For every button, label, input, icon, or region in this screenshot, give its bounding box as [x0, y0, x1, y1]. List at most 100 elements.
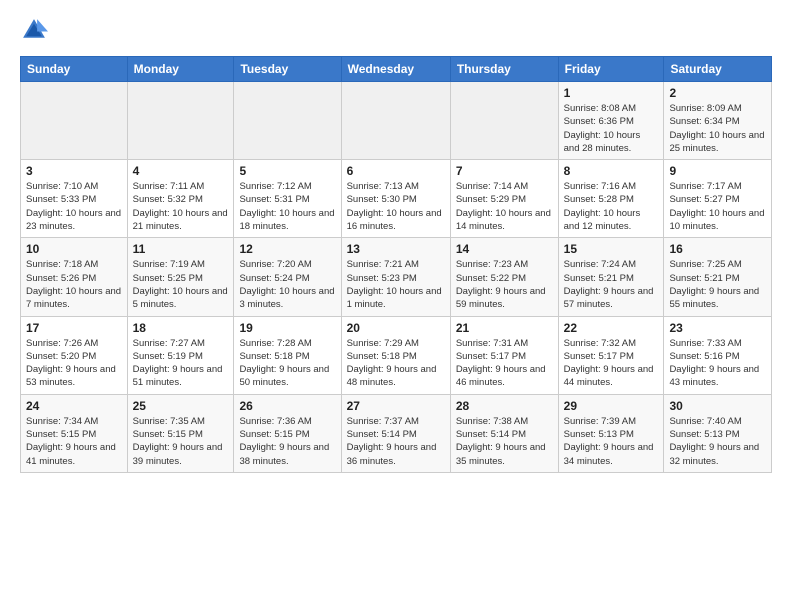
day-info: Sunrise: 7:39 AM Sunset: 5:13 PM Dayligh… — [564, 415, 659, 468]
calendar-cell: 8Sunrise: 7:16 AM Sunset: 5:28 PM Daylig… — [558, 160, 664, 238]
day-info: Sunrise: 7:11 AM Sunset: 5:32 PM Dayligh… — [133, 180, 229, 233]
calendar-cell: 20 Sunrise: 7:29 AM Sunset: 5:18 PM Dayli… — [341, 316, 450, 394]
col-header-wednesday: Wednesday — [341, 57, 450, 82]
col-header-sunday: Sunday — [21, 57, 128, 82]
day-info: Sunrise: 8:08 AM Sunset: 6:36 PM Dayligh… — [564, 102, 659, 155]
logo — [20, 16, 52, 44]
day-number: 29 — [564, 399, 659, 413]
day-info: Sunrise: 7:23 AM Sunset: 5:22 PM Dayligh… — [456, 258, 553, 311]
page: SundayMondayTuesdayWednesdayThursdayFrid… — [0, 0, 792, 483]
calendar-cell — [234, 82, 341, 160]
day-number: 22 — [564, 321, 659, 335]
day-number: 10 — [26, 242, 122, 256]
day-number: 28 — [456, 399, 553, 413]
col-header-tuesday: Tuesday — [234, 57, 341, 82]
day-number: 13 — [347, 242, 445, 256]
day-info: Sunrise: 7:38 AM Sunset: 5:14 PM Dayligh… — [456, 415, 553, 468]
day-number: 15 — [564, 242, 659, 256]
calendar-cell: 15 Sunrise: 7:24 AM Sunset: 5:21 PM Dayli… — [558, 238, 664, 316]
day-info: Sunrise: 7:28 AM Sunset: 5:18 PM Dayligh… — [239, 337, 335, 390]
day-number: 8 — [564, 164, 659, 178]
day-number: 26 — [239, 399, 335, 413]
calendar-cell: 9 Sunrise: 7:17 AM Sunset: 5:27 PM Daylig… — [664, 160, 772, 238]
day-info: Sunrise: 7:27 AM Sunset: 5:19 PM Dayligh… — [133, 337, 229, 390]
day-info: Sunrise: 7:29 AM Sunset: 5:18 PM Dayligh… — [347, 337, 445, 390]
calendar-cell: 22 Sunrise: 7:32 AM Sunset: 5:17 PM Dayli… — [558, 316, 664, 394]
header — [20, 16, 772, 44]
calendar-cell: 3 Sunrise: 7:10 AM Sunset: 5:33 PM Daylig… — [21, 160, 128, 238]
day-info: Sunrise: 7:35 AM Sunset: 5:15 PM Dayligh… — [133, 415, 229, 468]
calendar-cell: 1 Sunrise: 8:08 AM Sunset: 6:36 PM Daylig… — [558, 82, 664, 160]
calendar-cell: 2 Sunrise: 8:09 AM Sunset: 6:34 PM Daylig… — [664, 82, 772, 160]
day-number: 20 — [347, 321, 445, 335]
calendar-cell — [450, 82, 558, 160]
day-info: Sunrise: 7:37 AM Sunset: 5:14 PM Dayligh… — [347, 415, 445, 468]
calendar-cell: 28 Sunrise: 7:38 AM Sunset: 5:14 PM Dayli… — [450, 394, 558, 472]
day-info: Sunrise: 7:10 AM Sunset: 5:33 PM Dayligh… — [26, 180, 122, 233]
day-info: Sunrise: 7:24 AM Sunset: 5:21 PM Dayligh… — [564, 258, 659, 311]
day-info: Sunrise: 7:19 AM Sunset: 5:25 PM Dayligh… — [133, 258, 229, 311]
calendar-cell: 29 Sunrise: 7:39 AM Sunset: 5:13 PM Dayli… — [558, 394, 664, 472]
calendar-cell — [341, 82, 450, 160]
day-number: 27 — [347, 399, 445, 413]
calendar-cell: 14 Sunrise: 7:23 AM Sunset: 5:22 PM Dayli… — [450, 238, 558, 316]
col-header-saturday: Saturday — [664, 57, 772, 82]
calendar-cell: 10 Sunrise: 7:18 AM Sunset: 5:26 PM Dayli… — [21, 238, 128, 316]
day-info: Sunrise: 7:12 AM Sunset: 5:31 PM Dayligh… — [239, 180, 335, 233]
col-header-thursday: Thursday — [450, 57, 558, 82]
day-number: 11 — [133, 242, 229, 256]
calendar-cell: 21Sunrise: 7:31 AM Sunset: 5:17 PM Dayli… — [450, 316, 558, 394]
calendar-cell — [127, 82, 234, 160]
week-row-3: 10 Sunrise: 7:18 AM Sunset: 5:26 PM Dayli… — [21, 238, 772, 316]
day-info: Sunrise: 7:40 AM Sunset: 5:13 PM Dayligh… — [669, 415, 766, 468]
calendar-cell: 12 Sunrise: 7:20 AM Sunset: 5:24 PM Dayli… — [234, 238, 341, 316]
week-row-5: 24 Sunrise: 7:34 AM Sunset: 5:15 PM Dayli… — [21, 394, 772, 472]
day-number: 4 — [133, 164, 229, 178]
logo-icon — [20, 16, 48, 44]
week-row-4: 17 Sunrise: 7:26 AM Sunset: 5:20 PM Dayli… — [21, 316, 772, 394]
calendar-cell — [21, 82, 128, 160]
calendar-cell: 23 Sunrise: 7:33 AM Sunset: 5:16 PM Dayli… — [664, 316, 772, 394]
calendar-cell: 30Sunrise: 7:40 AM Sunset: 5:13 PM Dayli… — [664, 394, 772, 472]
day-info: Sunrise: 7:33 AM Sunset: 5:16 PM Dayligh… — [669, 337, 766, 390]
calendar-cell: 19 Sunrise: 7:28 AM Sunset: 5:18 PM Dayli… — [234, 316, 341, 394]
day-info: Sunrise: 7:17 AM Sunset: 5:27 PM Dayligh… — [669, 180, 766, 233]
day-info: Sunrise: 7:20 AM Sunset: 5:24 PM Dayligh… — [239, 258, 335, 311]
calendar-cell: 6 Sunrise: 7:13 AM Sunset: 5:30 PM Daylig… — [341, 160, 450, 238]
calendar-cell: 17 Sunrise: 7:26 AM Sunset: 5:20 PM Dayli… — [21, 316, 128, 394]
day-number: 2 — [669, 86, 766, 100]
day-info: Sunrise: 7:31 AM Sunset: 5:17 PM Dayligh… — [456, 337, 553, 390]
calendar-cell: 4 Sunrise: 7:11 AM Sunset: 5:32 PM Daylig… — [127, 160, 234, 238]
day-number: 1 — [564, 86, 659, 100]
day-info: Sunrise: 7:25 AM Sunset: 5:21 PM Dayligh… — [669, 258, 766, 311]
day-info: Sunrise: 7:26 AM Sunset: 5:20 PM Dayligh… — [26, 337, 122, 390]
calendar-cell: 11 Sunrise: 7:19 AM Sunset: 5:25 PM Dayli… — [127, 238, 234, 316]
day-info: Sunrise: 8:09 AM Sunset: 6:34 PM Dayligh… — [669, 102, 766, 155]
calendar-cell: 13Sunrise: 7:21 AM Sunset: 5:23 PM Dayli… — [341, 238, 450, 316]
calendar-cell: 26 Sunrise: 7:36 AM Sunset: 5:15 PM Dayli… — [234, 394, 341, 472]
day-number: 16 — [669, 242, 766, 256]
calendar-cell: 7Sunrise: 7:14 AM Sunset: 5:29 PM Daylig… — [450, 160, 558, 238]
day-number: 23 — [669, 321, 766, 335]
week-row-2: 3 Sunrise: 7:10 AM Sunset: 5:33 PM Daylig… — [21, 160, 772, 238]
week-row-1: 1 Sunrise: 8:08 AM Sunset: 6:36 PM Daylig… — [21, 82, 772, 160]
day-number: 6 — [347, 164, 445, 178]
day-info: Sunrise: 7:18 AM Sunset: 5:26 PM Dayligh… — [26, 258, 122, 311]
col-header-monday: Monday — [127, 57, 234, 82]
day-number: 24 — [26, 399, 122, 413]
day-info: Sunrise: 7:32 AM Sunset: 5:17 PM Dayligh… — [564, 337, 659, 390]
calendar-cell: 16 Sunrise: 7:25 AM Sunset: 5:21 PM Dayli… — [664, 238, 772, 316]
day-number: 19 — [239, 321, 335, 335]
day-info: Sunrise: 7:34 AM Sunset: 5:15 PM Dayligh… — [26, 415, 122, 468]
day-number: 17 — [26, 321, 122, 335]
calendar-cell: 25Sunrise: 7:35 AM Sunset: 5:15 PM Dayli… — [127, 394, 234, 472]
day-number: 9 — [669, 164, 766, 178]
col-header-friday: Friday — [558, 57, 664, 82]
day-number: 12 — [239, 242, 335, 256]
day-number: 14 — [456, 242, 553, 256]
calendar-cell: 27 Sunrise: 7:37 AM Sunset: 5:14 PM Dayli… — [341, 394, 450, 472]
day-number: 3 — [26, 164, 122, 178]
day-info: Sunrise: 7:36 AM Sunset: 5:15 PM Dayligh… — [239, 415, 335, 468]
calendar-cell: 5Sunrise: 7:12 AM Sunset: 5:31 PM Daylig… — [234, 160, 341, 238]
day-info: Sunrise: 7:13 AM Sunset: 5:30 PM Dayligh… — [347, 180, 445, 233]
